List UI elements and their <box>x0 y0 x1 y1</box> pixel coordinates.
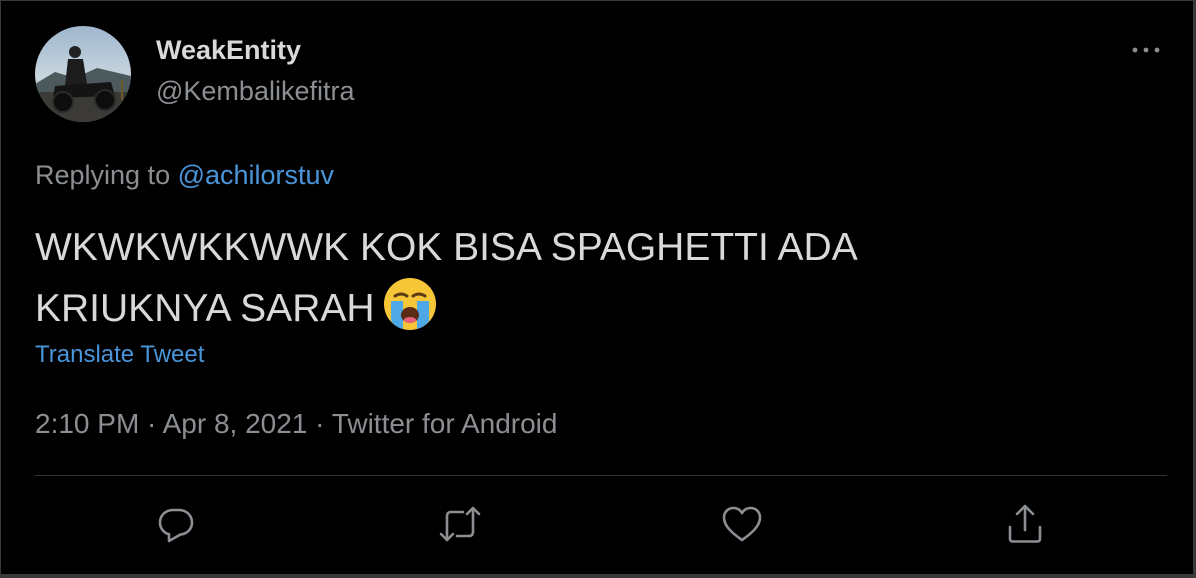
share-button[interactable] <box>1002 501 1048 547</box>
tweet-metadata: 2:10 PM · Apr 8, 2021 · Twitter for Andr… <box>35 406 557 442</box>
separator: · <box>307 408 332 439</box>
avatar[interactable] <box>35 26 131 122</box>
translate-tweet-link[interactable]: Translate Tweet <box>35 340 204 370</box>
tweet-text-line-with-emoji: KRIUKNYA SARAH <box>35 275 1135 336</box>
user-handle[interactable]: @Kembalikefitra <box>156 74 354 108</box>
reply-mention-link[interactable]: @achilorstuv <box>178 160 334 190</box>
tweet-text: WKWKWKKWWK KOK BISA SPAGHETTI ADA KRIUKN… <box>35 221 1135 336</box>
separator: · <box>139 408 163 439</box>
tweet-time[interactable]: 2:10 PM <box>35 408 139 439</box>
display-name[interactable]: WeakEntity <box>156 33 301 67</box>
share-icon <box>1008 504 1042 543</box>
tweet-text-line: WKWKWKKWWK KOK BISA SPAGHETTI ADA <box>35 226 858 269</box>
tweet-source[interactable]: Twitter for Android <box>332 408 558 439</box>
more-button[interactable] <box>1126 35 1166 65</box>
more-icon <box>1132 47 1160 53</box>
like-icon <box>722 506 762 542</box>
tweet-date[interactable]: Apr 8, 2021 <box>163 408 308 439</box>
tweet-card: WeakEntity @Kembalikefitra Replying to @… <box>1 1 1193 574</box>
avatar-image <box>35 26 131 122</box>
replying-to: Replying to @achilorstuv <box>35 158 334 192</box>
retweet-button[interactable] <box>437 501 483 547</box>
replying-prefix: Replying to <box>35 160 178 190</box>
divider <box>35 475 1167 476</box>
retweet-icon <box>439 506 481 542</box>
like-button[interactable] <box>719 501 765 547</box>
loudly-crying-face-icon <box>381 275 439 333</box>
tweet-text-line: KRIUKNYA SARAH <box>35 287 375 330</box>
reply-button[interactable] <box>153 501 199 547</box>
reply-icon <box>158 508 194 543</box>
